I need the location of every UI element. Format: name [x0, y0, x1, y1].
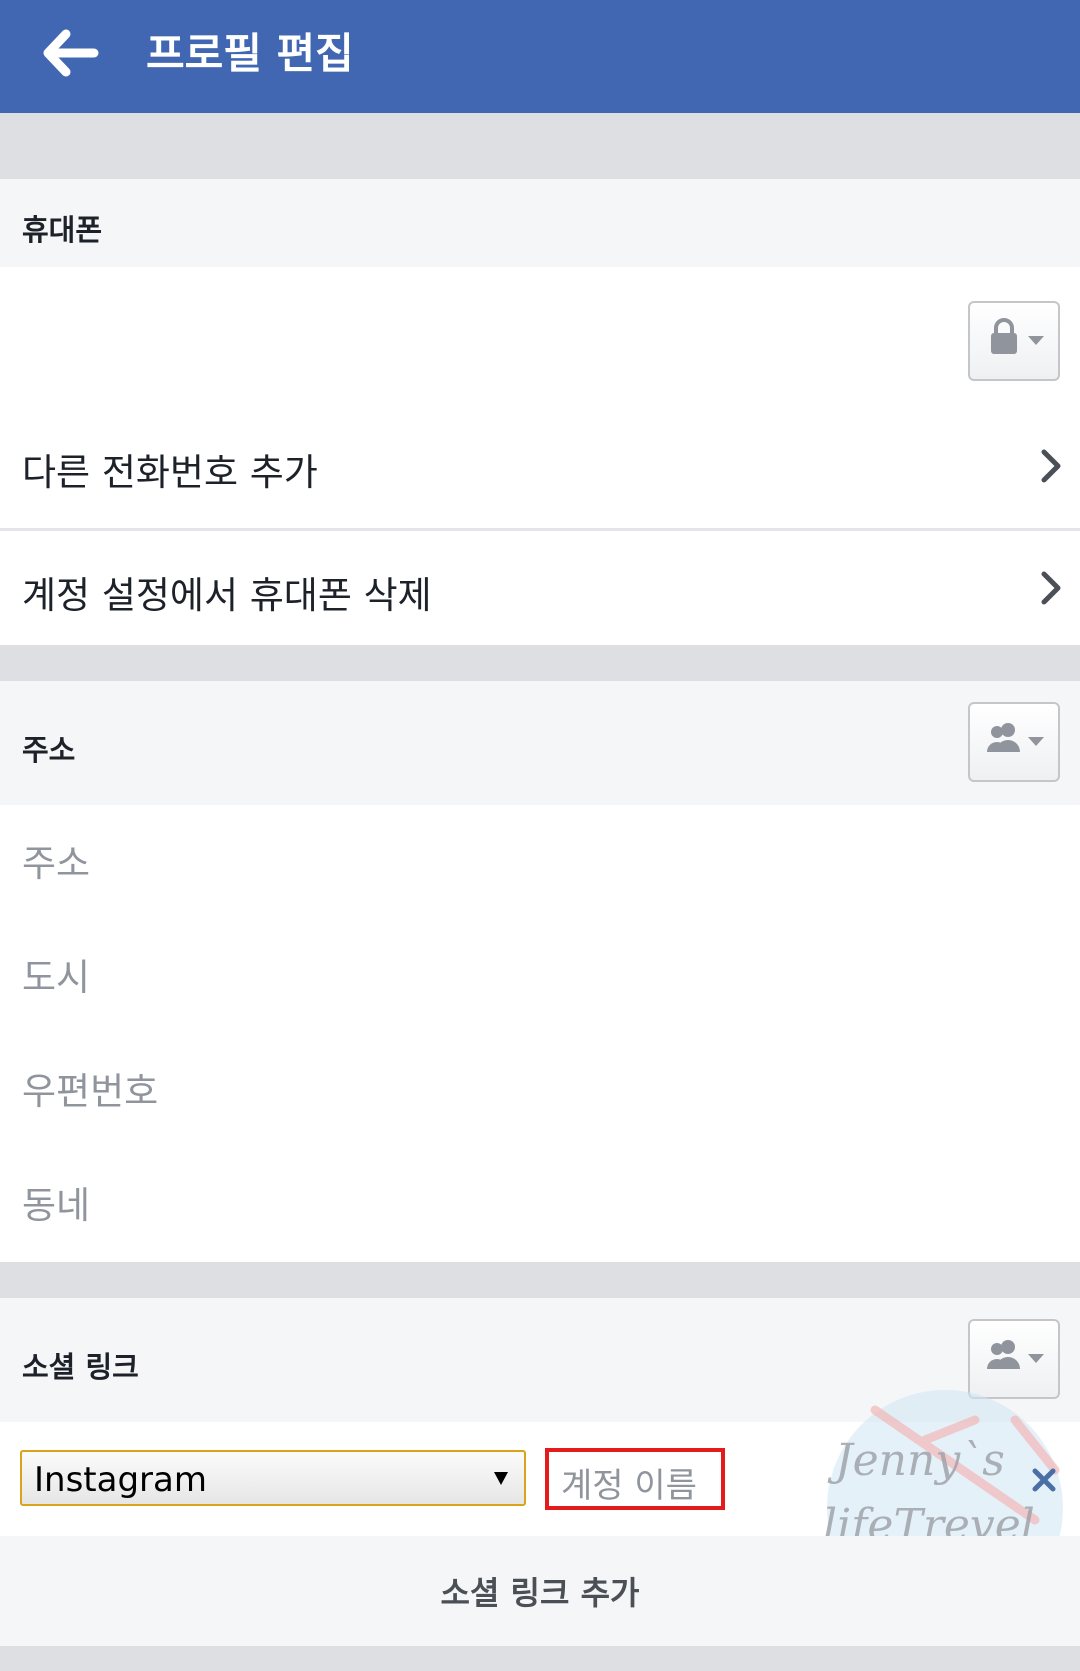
address-section-label: 주소	[22, 733, 76, 767]
app-header: 프로필 편집	[0, 0, 1080, 113]
social-network-value: Instagram	[34, 1460, 207, 1500]
address-fields: 주소 도시 우편번호 동네	[0, 805, 1080, 1262]
delete-phone-row[interactable]: 계정 설정에서 휴대폰 삭제	[0, 531, 1080, 645]
phone-number-area	[0, 267, 1080, 404]
section-separator	[0, 645, 1080, 681]
section-separator	[0, 113, 1080, 179]
address-input[interactable]: 주소	[0, 805, 1080, 915]
lock-icon	[991, 318, 1044, 354]
friends-icon	[987, 723, 1044, 752]
social-network-select[interactable]: Instagram	[20, 1450, 526, 1506]
section-separator	[0, 1646, 1080, 1671]
back-button[interactable]	[36, 20, 110, 86]
phone-section-header: 휴대폰	[0, 179, 1080, 267]
add-phone-number-label: 다른 전화번호 추가	[22, 451, 318, 494]
chevron-right-icon	[1041, 449, 1061, 483]
city-placeholder: 도시	[22, 956, 91, 999]
add-social-link-label: 소셜 링크 추가	[440, 1574, 640, 1612]
address-section-header: 주소	[0, 681, 1080, 805]
add-social-link-button[interactable]: 소셜 링크 추가	[0, 1536, 1080, 1646]
postal-code-input[interactable]: 우편번호	[0, 1033, 1080, 1143]
address-placeholder: 주소	[22, 842, 91, 885]
dropdown-arrow-icon	[494, 1472, 508, 1485]
page-title: 프로필 편집	[146, 29, 354, 78]
phone-privacy-button[interactable]	[968, 301, 1060, 381]
city-input[interactable]: 도시	[0, 919, 1080, 1029]
add-phone-number-row[interactable]: 다른 전화번호 추가	[0, 404, 1080, 528]
close-icon[interactable]	[1030, 1466, 1058, 1494]
phone-section-label: 휴대폰	[22, 213, 103, 247]
chevron-right-icon	[1041, 571, 1061, 605]
section-separator	[0, 1262, 1080, 1298]
account-name-placeholder: 계정 이름	[561, 1466, 697, 1506]
neighborhood-placeholder: 동네	[22, 1184, 91, 1227]
account-name-input[interactable]: 계정 이름	[545, 1448, 725, 1510]
social-section-header: 소셜 링크	[0, 1298, 1080, 1422]
delete-phone-label: 계정 설정에서 휴대폰 삭제	[22, 574, 432, 617]
neighborhood-input[interactable]: 동네	[0, 1147, 1080, 1257]
postal-code-placeholder: 우편번호	[22, 1070, 159, 1113]
address-privacy-button[interactable]	[968, 702, 1060, 782]
social-privacy-button[interactable]	[968, 1319, 1060, 1399]
social-section-label: 소셜 링크	[22, 1350, 139, 1384]
friends-icon	[987, 1340, 1044, 1369]
arrow-left-icon	[43, 29, 99, 77]
